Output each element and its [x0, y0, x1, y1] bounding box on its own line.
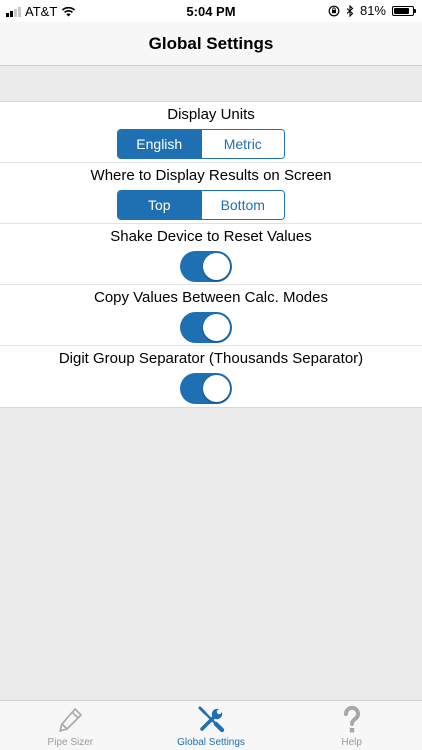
tab-pipe-sizer[interactable]: Pipe Sizer [0, 701, 141, 750]
shake-reset-label: Shake Device to Reset Values [110, 228, 312, 245]
shake-reset-row: Shake Device to Reset Values [0, 224, 422, 285]
segment-english[interactable]: English [118, 130, 201, 158]
results-position-segmented-control: Top Bottom [117, 190, 285, 220]
display-units-segmented-control: English Metric [117, 129, 285, 159]
toggle-knob [203, 375, 230, 402]
segment-metric[interactable]: Metric [200, 130, 284, 158]
navigation-bar: Global Settings [0, 22, 422, 66]
status-bar: AT&T 5:04 PM 81% [0, 0, 422, 22]
tab-label: Global Settings [177, 737, 245, 748]
battery-percent: 81% [359, 3, 386, 18]
battery-fill [394, 7, 409, 14]
tab-label: Help [341, 737, 362, 748]
segment-top[interactable]: Top [118, 191, 201, 219]
question-icon [336, 704, 368, 736]
pencil-icon [54, 704, 86, 736]
copy-values-label: Copy Values Between Calc. Modes [93, 289, 328, 306]
results-position-row: Where to Display Results on Screen Top B… [0, 163, 422, 224]
tab-help[interactable]: Help [281, 701, 422, 750]
digit-separator-row: Digit Group Separator (Thousands Separat… [0, 346, 422, 407]
shake-reset-toggle[interactable] [180, 251, 232, 282]
orientation-lock-icon [328, 5, 340, 16]
toggle-knob [203, 314, 230, 341]
tab-label: Pipe Sizer [47, 737, 94, 748]
settings-list: Display Units English Metric Where to Di… [0, 101, 422, 408]
bluetooth-icon [346, 4, 354, 17]
display-units-label: Display Units [167, 106, 255, 123]
results-position-label: Where to Display Results on Screen [90, 167, 332, 184]
digit-separator-label: Digit Group Separator (Thousands Separat… [58, 350, 364, 367]
tab-bar: Pipe Sizer Global Settings Help [0, 700, 422, 750]
battery-icon [392, 5, 416, 16]
segment-bottom[interactable]: Bottom [200, 191, 284, 219]
copy-values-toggle[interactable] [180, 312, 232, 343]
display-units-row: Display Units English Metric [0, 102, 422, 163]
toggle-knob [203, 253, 230, 280]
tools-icon [195, 704, 227, 736]
copy-values-row: Copy Values Between Calc. Modes [0, 285, 422, 346]
tab-global-settings[interactable]: Global Settings [141, 701, 282, 750]
status-right: 81% [328, 3, 416, 18]
page-title: Global Settings [148, 33, 274, 53]
digit-separator-toggle[interactable] [180, 373, 232, 404]
